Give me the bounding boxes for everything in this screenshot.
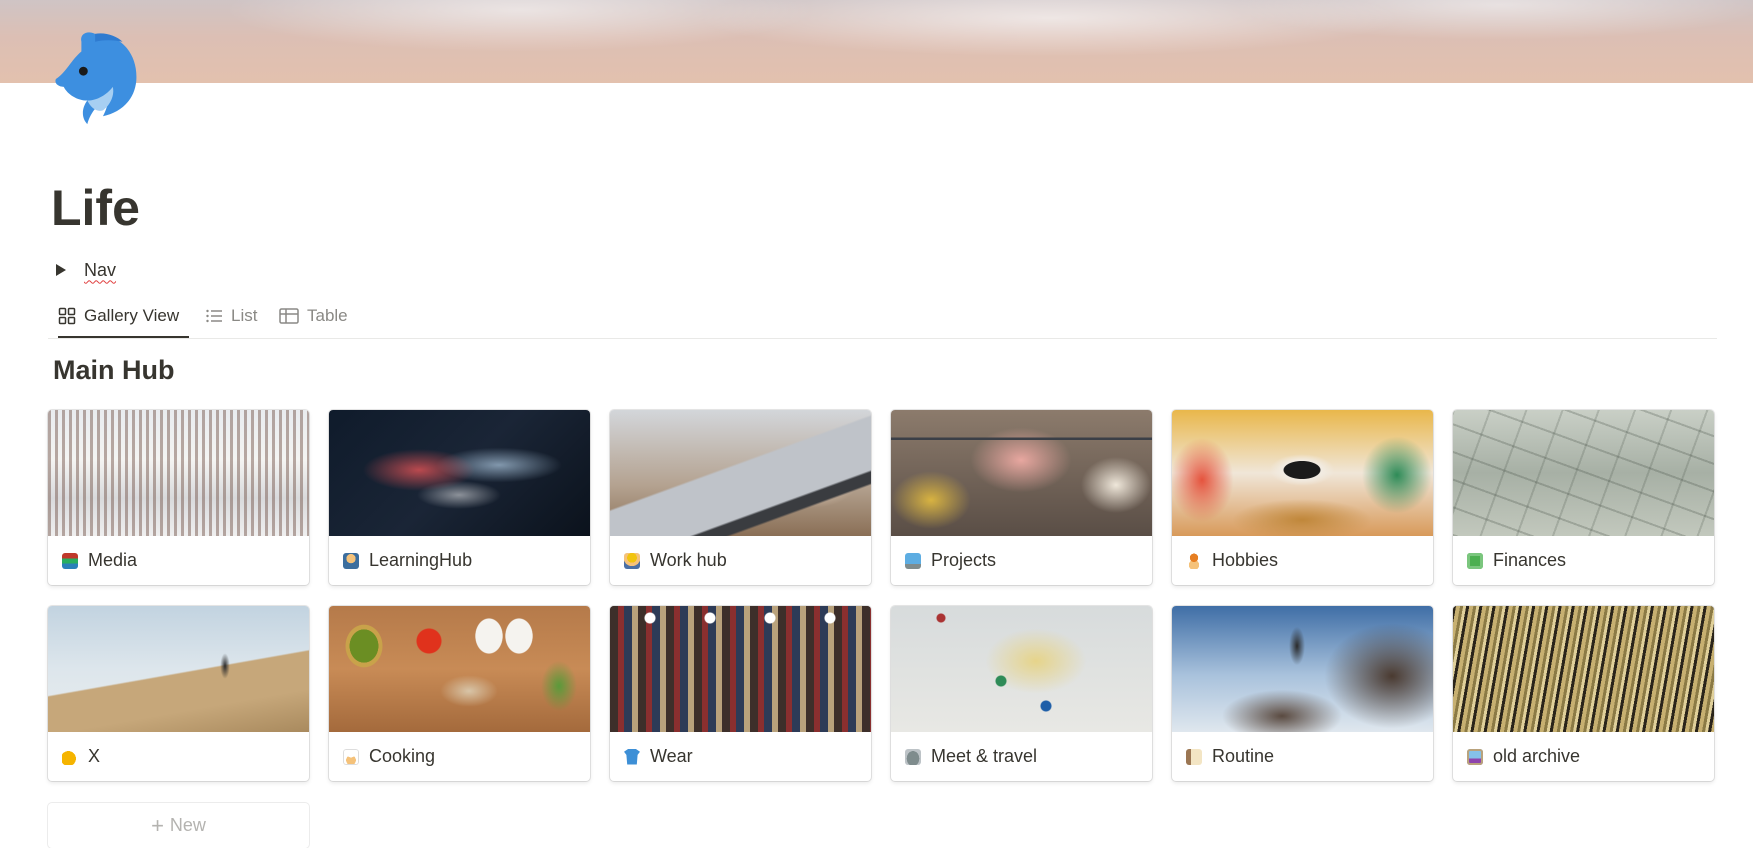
card-cover-image — [1172, 606, 1433, 732]
stadium-emoji-icon — [905, 748, 921, 765]
gallery-card-hobbies[interactable]: Hobbies — [1172, 410, 1433, 585]
dollar-banknote-emoji-icon — [1467, 552, 1483, 569]
triangle-right-icon[interactable] — [56, 264, 66, 276]
new-card-button[interactable]: + New — [48, 803, 309, 848]
gallery-card-x[interactable]: X — [48, 606, 309, 781]
new-card-label: New — [169, 815, 206, 835]
frame-emoji-icon — [1467, 748, 1483, 765]
card-label: Hobbies — [1212, 550, 1279, 570]
nav-toggle[interactable]: Nav — [56, 258, 116, 282]
gallery-card-meet-travel[interactable]: Meet & travel — [891, 606, 1152, 781]
plus-icon: + — [151, 812, 164, 838]
gallery-card-projects[interactable]: Projects — [891, 410, 1152, 585]
juggler-emoji-icon — [1186, 552, 1202, 569]
gallery-card-wear[interactable]: Wear — [610, 606, 871, 781]
notebook-emoji-icon — [1186, 748, 1202, 765]
card-label: LearningHub — [369, 550, 473, 570]
tab-label: Gallery View — [84, 306, 180, 325]
list-icon — [206, 309, 222, 323]
view-tabs: Gallery View List Table — [48, 296, 1717, 339]
card-label: Meet & travel — [931, 746, 1038, 766]
card-label: Media — [88, 550, 138, 570]
table-icon — [279, 308, 299, 324]
card-label: Cooking — [369, 746, 436, 766]
tab-label: List — [231, 306, 258, 325]
card-label: X — [88, 746, 101, 766]
gallery-card-old-archive[interactable]: old archive — [1453, 606, 1714, 781]
card-label: Projects — [931, 550, 997, 570]
tshirt-emoji-icon — [624, 748, 640, 765]
nav-toggle-label: Nav — [84, 259, 117, 280]
page-title[interactable]: Life — [51, 178, 140, 238]
gallery-card-cooking[interactable]: Cooking — [329, 606, 590, 781]
card-cover-image — [1453, 606, 1714, 732]
card-cover-image — [329, 606, 590, 732]
tab-gallery-view[interactable]: Gallery View — [58, 296, 190, 338]
card-cover-image — [891, 410, 1152, 536]
cook-emoji-icon — [343, 748, 359, 765]
card-cover-image — [891, 606, 1152, 732]
card-label: Routine — [1212, 746, 1275, 766]
gallery-card-finances[interactable]: Finances — [1453, 410, 1714, 585]
card-cover-image — [1172, 410, 1433, 536]
card-cover-image — [48, 410, 309, 536]
card-label: Finances — [1493, 550, 1567, 570]
page-cover-image[interactable] — [0, 0, 1753, 83]
tab-list[interactable]: List — [205, 296, 257, 336]
card-label: old archive — [1493, 746, 1581, 766]
books-emoji-icon — [62, 552, 78, 569]
card-cover-image — [1453, 410, 1714, 536]
gallery-card-learninghub[interactable]: LearningHub — [329, 410, 590, 585]
worker-emoji-icon — [624, 552, 640, 569]
gallery-grid-icon — [58, 307, 76, 325]
card-cover-image — [610, 410, 871, 536]
gallery-card-media[interactable]: Media — [48, 410, 309, 585]
dolphin-icon[interactable] — [52, 28, 150, 130]
card-label: Wear — [650, 746, 693, 766]
gallery-card-work-hub[interactable]: Work hub — [610, 410, 871, 585]
card-cover-image — [329, 410, 590, 536]
gallery-card-routine[interactable]: Routine — [1172, 606, 1433, 781]
gallery-title: Main Hub — [53, 355, 175, 385]
tab-label: Table — [307, 306, 348, 325]
card-cover-image — [610, 606, 871, 732]
tab-table[interactable]: Table — [279, 296, 348, 336]
card-label: Work hub — [650, 550, 727, 570]
student-emoji-icon — [343, 552, 359, 569]
flexed-biceps-emoji-icon — [62, 748, 78, 765]
card-cover-image — [48, 606, 309, 732]
laptop-emoji-icon — [905, 552, 921, 569]
